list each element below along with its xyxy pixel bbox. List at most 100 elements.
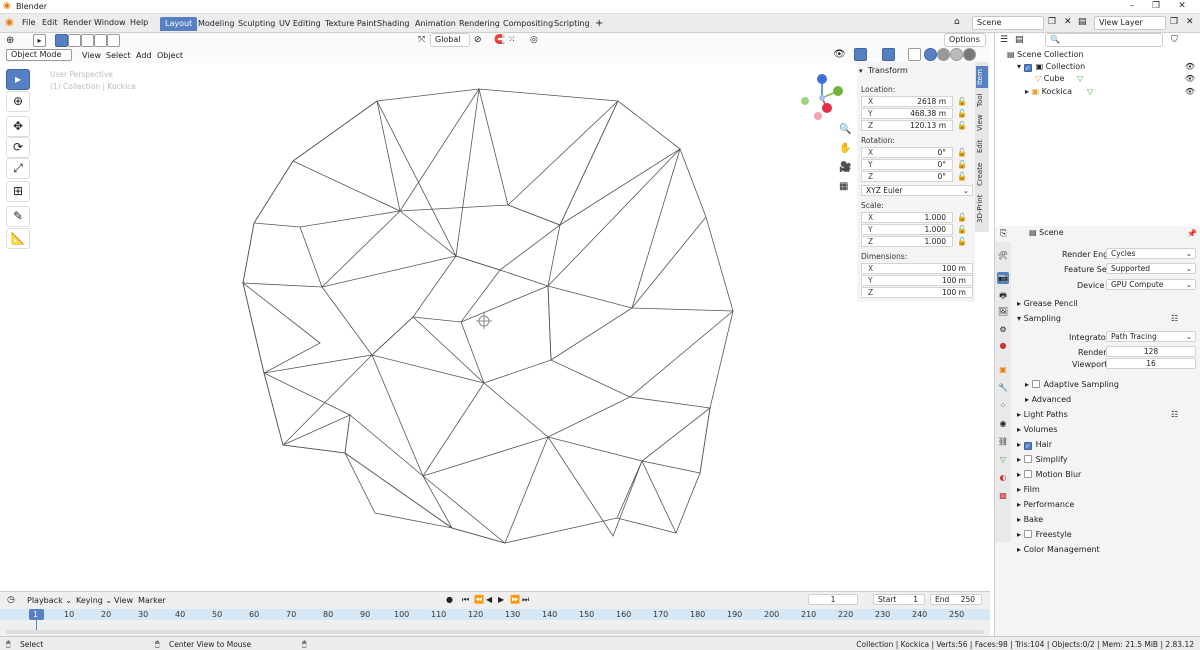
- menu-file[interactable]: File: [22, 18, 35, 27]
- view-layer-icon[interactable]: ▤: [1078, 17, 1087, 27]
- current-frame-field[interactable]: 1: [808, 594, 858, 605]
- data-properties-icon[interactable]: ▽: [997, 454, 1009, 466]
- rotation-mode-dropdown[interactable]: XYZ Euler ⌄: [861, 185, 973, 196]
- lock-icon[interactable]: 🔓: [957, 121, 967, 130]
- tool-scale[interactable]: ⤢: [6, 158, 30, 179]
- scale-z-field[interactable]: Z 1.000: [861, 236, 953, 247]
- location-z-field[interactable]: Z 120.13 m: [861, 120, 953, 131]
- sampling-panel[interactable]: ▾ Sampling ☷: [1017, 314, 1178, 323]
- lock-icon[interactable]: 🔓: [957, 172, 967, 181]
- feature-set-dropdown[interactable]: Supported ⌄: [1106, 263, 1196, 274]
- tab-tool[interactable]: Tool: [976, 90, 988, 110]
- lock-icon[interactable]: 🔓: [957, 97, 967, 106]
- rotation-y-field[interactable]: Y 0°: [861, 159, 953, 170]
- close-button[interactable]: ✕: [1170, 0, 1194, 14]
- hair-panel[interactable]: ▸ ✓ Hair: [1017, 440, 1052, 450]
- scene-icon[interactable]: ⌂: [954, 17, 960, 27]
- add-workspace-icon[interactable]: +: [590, 17, 608, 31]
- delete-scene-icon[interactable]: ✕: [1064, 17, 1072, 27]
- 3d-viewport[interactable]: User Perspective (1) Collection | Kockic…: [0, 63, 857, 590]
- snap-icon[interactable]: 🧲: [494, 35, 505, 45]
- navigation-gizmo[interactable]: [795, 71, 850, 126]
- tool-rotate[interactable]: ⟳: [6, 137, 30, 158]
- output-properties-icon[interactable]: 🖶: [997, 290, 1009, 302]
- dimensions-y-field[interactable]: Y 100 m: [861, 275, 973, 286]
- options-dropdown[interactable]: Options: [944, 33, 986, 47]
- play-reverse-icon[interactable]: ◀: [486, 595, 492, 604]
- menu-help[interactable]: Help: [130, 18, 148, 27]
- render-properties-icon[interactable]: 📷: [997, 272, 1009, 284]
- tool-move[interactable]: ✥: [6, 116, 30, 137]
- select-box-icon[interactable]: ▸: [33, 34, 46, 47]
- transform-header[interactable]: Transform: [868, 66, 908, 75]
- world-properties-icon[interactable]: ●: [997, 340, 1009, 352]
- tab-scripting[interactable]: Scripting: [549, 17, 595, 31]
- lock-icon[interactable]: 🔓: [957, 213, 967, 222]
- location-y-field[interactable]: Y 468.38 m: [861, 108, 953, 119]
- scene-properties-icon[interactable]: ⚙: [997, 324, 1009, 336]
- film-panel[interactable]: ▸ Film: [1017, 485, 1040, 494]
- lock-icon[interactable]: 🔓: [957, 225, 967, 234]
- scene-field[interactable]: Scene: [972, 16, 1044, 30]
- object-mode-dropdown[interactable]: Object Mode: [6, 49, 72, 61]
- render-engine-dropdown[interactable]: Cycles ⌄: [1106, 248, 1196, 259]
- material-properties-icon[interactable]: ◐: [997, 472, 1009, 484]
- tab-edit[interactable]: Edit: [976, 136, 988, 156]
- minimize-button[interactable]: –: [1120, 0, 1144, 14]
- motion-blur-panel[interactable]: ▸ Motion Blur: [1017, 470, 1081, 479]
- snap-target-icon[interactable]: ⁙: [508, 35, 516, 45]
- timeline-editor-icon[interactable]: ◷: [7, 595, 15, 605]
- outliner-scene-collection[interactable]: ▤ Scene Collection: [995, 49, 1200, 61]
- tl-menu-playback[interactable]: Playback ⌄: [27, 596, 72, 605]
- end-frame-field[interactable]: End 250: [930, 594, 982, 605]
- timeline-scrollbar[interactable]: [6, 630, 984, 634]
- grease-pencil-panel[interactable]: ▸ Grease Pencil: [1017, 299, 1078, 308]
- outliner-item-kockica[interactable]: ▸ ▣ Kockica ▽ 👁: [995, 86, 1200, 98]
- pivot-point-icon[interactable]: ⊘: [474, 35, 482, 45]
- rotation-x-field[interactable]: X 0°: [861, 147, 953, 158]
- maximize-button[interactable]: ❐: [1144, 0, 1168, 14]
- display-mode-icon[interactable]: ▤: [1015, 35, 1024, 45]
- menu-render[interactable]: Render: [63, 18, 91, 27]
- integrator-dropdown[interactable]: Path Tracing ⌄: [1106, 331, 1196, 342]
- vp-menu-object[interactable]: Object: [157, 51, 183, 60]
- tab-view[interactable]: View: [976, 112, 988, 134]
- solid-shading-icon[interactable]: [937, 48, 950, 61]
- scale-y-field[interactable]: Y 1.000: [861, 224, 953, 235]
- wireframe-shading-icon[interactable]: [924, 48, 937, 61]
- select-subtract-icon[interactable]: [81, 34, 94, 47]
- lock-icon[interactable]: 🔓: [957, 237, 967, 246]
- play-icon[interactable]: ▶: [498, 595, 504, 604]
- location-x-field[interactable]: X 2618 m: [861, 96, 953, 107]
- jump-start-icon[interactable]: ⏮: [462, 595, 469, 605]
- rotation-z-field[interactable]: Z 0°: [861, 171, 953, 182]
- tab-create[interactable]: Create: [976, 160, 988, 188]
- gizmo-toggle-icon[interactable]: [854, 48, 867, 61]
- dimensions-x-field[interactable]: X 100 m: [861, 263, 973, 274]
- menu-edit[interactable]: Edit: [42, 18, 58, 27]
- perspective-grid-icon[interactable]: ▦: [839, 181, 848, 192]
- tool-annotate[interactable]: ✎: [6, 206, 30, 227]
- transform-orientation-icon[interactable]: ⤧: [418, 35, 425, 45]
- viewport-samples-field[interactable]: 16: [1106, 358, 1196, 369]
- vp-menu-view[interactable]: View: [82, 51, 101, 60]
- blender-menu-icon[interactable]: ◉: [5, 17, 14, 28]
- modifier-properties-icon[interactable]: 🔧: [997, 382, 1009, 394]
- visibility-icon[interactable]: 👁: [833, 49, 846, 60]
- camera-view-icon[interactable]: 🎥: [839, 162, 851, 173]
- simplify-panel[interactable]: ▸ Simplify: [1017, 455, 1068, 464]
- select-invert-icon[interactable]: [94, 34, 107, 47]
- tl-menu-view[interactable]: View: [114, 596, 133, 605]
- advanced-panel[interactable]: ▸ Advanced: [1025, 395, 1071, 404]
- tool-measure[interactable]: 📐: [6, 228, 30, 249]
- object-properties-icon[interactable]: ▣: [997, 364, 1009, 376]
- tool-transform[interactable]: ⊞: [6, 181, 30, 202]
- outliner-item-cube[interactable]: ▽ Cube ▽ 👁: [995, 73, 1200, 85]
- pan-hand-icon[interactable]: ✋: [839, 143, 851, 154]
- view-layer-properties-icon[interactable]: 🖼: [997, 306, 1009, 318]
- lock-icon[interactable]: 🔓: [957, 148, 967, 157]
- tab-item[interactable]: Item: [976, 66, 988, 88]
- zoom-icon[interactable]: 🔍: [839, 124, 851, 135]
- rendered-shading-icon[interactable]: [963, 48, 976, 61]
- outliner-editor-icon[interactable]: ☰: [1000, 35, 1008, 45]
